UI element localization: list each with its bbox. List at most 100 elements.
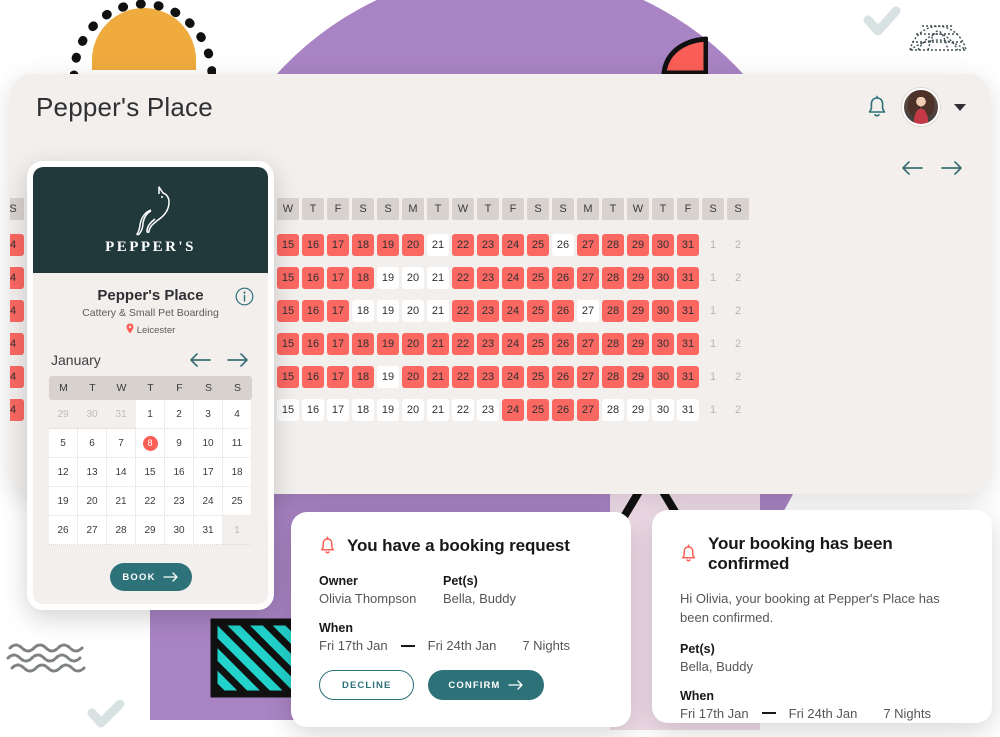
grid-day-cell[interactable]: 24 [502, 365, 524, 388]
grid-day-cell[interactable]: 15 [277, 398, 299, 421]
grid-day-cell[interactable]: 27 [577, 266, 599, 289]
grid-day-cell[interactable]: 19 [377, 365, 399, 388]
grid-day-cell[interactable]: 25 [527, 332, 549, 355]
grid-day-cell[interactable]: 26 [552, 332, 574, 355]
mini-day-cell[interactable]: 21 [107, 487, 136, 516]
grid-day-cell[interactable]: 22 [452, 365, 474, 388]
grid-day-cell[interactable]: 16 [302, 332, 324, 355]
mini-day-cell[interactable]: 10 [194, 429, 223, 458]
grid-day-cell[interactable]: 21 [427, 332, 449, 355]
mini-prev-month-arrow-icon[interactable] [188, 352, 212, 368]
grid-day-cell[interactable]: 19 [377, 299, 399, 322]
grid-day-cell[interactable]: 18 [352, 332, 374, 355]
grid-day-cell[interactable]: 31 [677, 365, 699, 388]
grid-day-cell[interactable]: 29 [627, 332, 649, 355]
grid-day-cell[interactable]: 24 [502, 299, 524, 322]
grid-day-cell[interactable]: 31 [677, 332, 699, 355]
mini-day-cell[interactable]: 2 [165, 400, 194, 429]
grid-day-cell[interactable]: 27 [577, 332, 599, 355]
grid-day-cell[interactable]: 30 [652, 332, 674, 355]
grid-day-cell[interactable]: 15 [277, 233, 299, 256]
grid-day-cell[interactable]: 27 [577, 398, 599, 421]
mini-day-cell[interactable]: 23 [165, 487, 194, 516]
grid-day-cell[interactable]: 30 [652, 398, 674, 421]
grid-day-cell[interactable]: 23 [477, 233, 499, 256]
grid-day-cell[interactable]: 19 [377, 332, 399, 355]
grid-day-cell[interactable]: 26 [552, 233, 574, 256]
grid-day-cell[interactable]: 20 [402, 233, 424, 256]
mini-day-cell[interactable]: 19 [49, 487, 78, 516]
grid-day-cell[interactable]: 23 [477, 398, 499, 421]
mini-day-cell[interactable]: 28 [107, 516, 136, 545]
mini-day-cell[interactable]: 18 [223, 458, 252, 487]
grid-day-cell[interactable]: 22 [452, 299, 474, 322]
grid-day-cell[interactable]: 17 [327, 299, 349, 322]
grid-day-cell[interactable]: 22 [452, 233, 474, 256]
grid-day-cell[interactable]: 25 [527, 365, 549, 388]
grid-day-cell[interactable]: 17 [327, 233, 349, 256]
grid-day-cell[interactable]: 30 [652, 365, 674, 388]
grid-day-cell[interactable]: 31 [677, 266, 699, 289]
grid-day-cell[interactable]: 24 [502, 233, 524, 256]
grid-day-cell[interactable]: 15 [277, 365, 299, 388]
grid-day-cell[interactable]: 15 [277, 266, 299, 289]
grid-day-cell[interactable]: 4 [10, 398, 24, 421]
mini-day-cell[interactable]: 11 [223, 429, 252, 458]
grid-day-cell[interactable]: 19 [377, 233, 399, 256]
grid-day-cell[interactable]: 17 [327, 398, 349, 421]
mini-day-cell[interactable]: 13 [78, 458, 107, 487]
grid-day-cell[interactable]: 26 [552, 398, 574, 421]
grid-day-cell[interactable]: 4 [10, 266, 24, 289]
mini-next-month-arrow-icon[interactable] [226, 352, 250, 368]
grid-day-cell[interactable]: 29 [627, 398, 649, 421]
mini-day-cell[interactable]: 14 [107, 458, 136, 487]
mini-day-cell[interactable]: 26 [49, 516, 78, 545]
grid-day-cell[interactable]: 20 [402, 299, 424, 322]
grid-day-cell[interactable]: 19 [377, 398, 399, 421]
grid-day-cell[interactable]: 16 [302, 299, 324, 322]
grid-day-cell[interactable]: 21 [427, 266, 449, 289]
grid-day-cell[interactable]: 23 [477, 299, 499, 322]
grid-day-cell[interactable]: 22 [452, 332, 474, 355]
grid-day-cell[interactable]: 28 [602, 365, 624, 388]
grid-day-cell[interactable]: 20 [402, 266, 424, 289]
grid-day-cell[interactable]: 24 [502, 398, 524, 421]
avatar[interactable] [902, 88, 940, 126]
grid-day-cell[interactable]: 23 [477, 266, 499, 289]
mini-day-cell[interactable]: 12 [49, 458, 78, 487]
mini-day-cell[interactable]: 30 [165, 516, 194, 545]
grid-day-cell[interactable]: 16 [302, 365, 324, 388]
mini-day-cell[interactable]: 8 [136, 429, 165, 458]
chevron-down-icon[interactable] [954, 103, 966, 111]
grid-day-cell[interactable]: 28 [602, 299, 624, 322]
mini-day-cell[interactable]: 6 [78, 429, 107, 458]
grid-day-cell[interactable]: 27 [577, 299, 599, 322]
mini-day-cell[interactable]: 1 [136, 400, 165, 429]
grid-day-cell[interactable]: 26 [552, 299, 574, 322]
grid-day-cell[interactable]: 16 [302, 398, 324, 421]
grid-day-cell[interactable]: 20 [402, 398, 424, 421]
decline-button[interactable]: DECLINE [319, 670, 415, 700]
grid-day-cell[interactable]: 28 [602, 233, 624, 256]
grid-day-cell[interactable]: 4 [10, 299, 24, 322]
grid-day-cell[interactable]: 28 [602, 398, 624, 421]
grid-day-cell[interactable]: 17 [327, 332, 349, 355]
grid-day-cell[interactable]: 16 [302, 233, 324, 256]
mini-day-cell[interactable]: 3 [194, 400, 223, 429]
info-icon[interactable] [235, 287, 254, 306]
mini-day-cell[interactable]: 24 [194, 487, 223, 516]
grid-day-cell[interactable]: 23 [477, 365, 499, 388]
grid-day-cell[interactable]: 25 [527, 233, 549, 256]
grid-day-cell[interactable]: 21 [427, 233, 449, 256]
grid-day-cell[interactable]: 26 [552, 266, 574, 289]
grid-day-cell[interactable]: 29 [627, 266, 649, 289]
grid-day-cell[interactable]: 18 [352, 398, 374, 421]
grid-day-cell[interactable]: 27 [577, 233, 599, 256]
grid-day-cell[interactable]: 15 [277, 299, 299, 322]
prev-month-arrow-icon[interactable] [900, 160, 924, 176]
mini-day-cell[interactable]: 17 [194, 458, 223, 487]
grid-day-cell[interactable]: 29 [627, 299, 649, 322]
grid-day-cell[interactable]: 25 [527, 398, 549, 421]
grid-day-cell[interactable]: 4 [10, 332, 24, 355]
grid-day-cell[interactable]: 22 [452, 266, 474, 289]
